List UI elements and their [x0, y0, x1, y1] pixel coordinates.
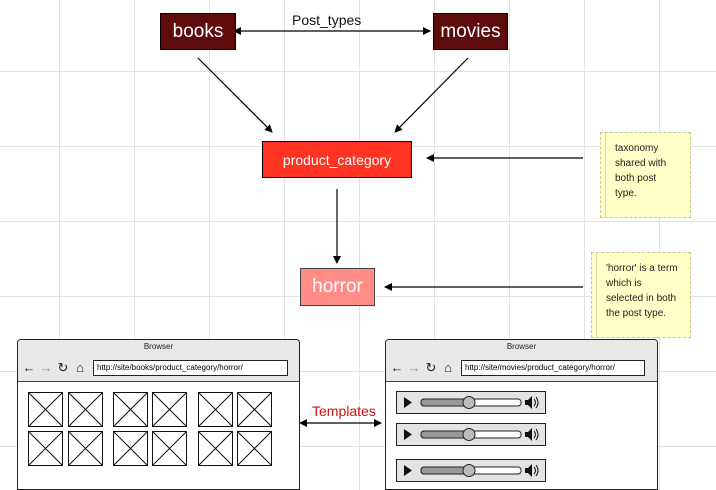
seek-handle [462, 428, 476, 441]
post-types-label: Post_types [292, 12, 362, 28]
movies-label: movies [440, 20, 501, 42]
browser-title: Browser [18, 340, 299, 354]
reload-icon[interactable]: ↻ [424, 360, 438, 376]
address-bar[interactable]: http://site/books/product_category/horro… [93, 359, 288, 376]
horror-label: horror [312, 276, 363, 297]
movies-node: movies [433, 13, 508, 50]
image-placeholder-icon [237, 392, 272, 427]
image-placeholder-icon [28, 431, 63, 466]
volume-icon [525, 396, 532, 409]
video-player[interactable] [396, 423, 546, 446]
arrow-left-icon[interactable]: ← [390, 360, 404, 375]
image-placeholder-icon [113, 431, 148, 466]
image-placeholder-icon [152, 431, 187, 466]
image-placeholder-icon [152, 392, 187, 427]
seek-progress [420, 398, 470, 407]
home-icon[interactable]: ⌂ [441, 360, 455, 375]
image-placeholder-icon [113, 392, 148, 427]
taxonomy-note: taxonomy shared with both post type. [600, 132, 691, 218]
taxonomy-note-text: taxonomy shared with both post type. [615, 143, 667, 199]
image-placeholder-icon [198, 431, 233, 466]
reload-icon[interactable]: ↻ [56, 360, 70, 376]
horror-note: 'horror' is a term which is selected in … [591, 252, 691, 338]
image-placeholder-icon [198, 392, 233, 427]
browser-toolbar: ← → ↻ ⌂ http://site/books/product_catego… [18, 354, 299, 382]
movies-to-category-arrow [394, 57, 469, 133]
seek-handle [462, 464, 476, 477]
image-placeholder-icon [237, 431, 272, 466]
horror-note-text: 'horror' is a term which is selected in … [606, 263, 678, 319]
address-bar[interactable]: http://site/movies/product_category/horr… [461, 359, 645, 376]
volume-icon [525, 428, 532, 441]
product-category-node: product_category [262, 141, 412, 178]
browser-title: Browser [386, 340, 657, 354]
play-icon [404, 429, 412, 440]
books-label: books [172, 20, 224, 42]
play-icon [404, 397, 412, 408]
image-placeholder-icon [68, 431, 103, 466]
arrow-right-icon[interactable]: → [407, 360, 421, 375]
templates-label: Templates [312, 403, 376, 419]
arrow-left-icon[interactable]: ← [22, 360, 36, 375]
volume-icon [525, 464, 532, 477]
seek-handle [462, 396, 476, 409]
seek-progress [420, 430, 470, 439]
video-player[interactable] [396, 391, 546, 414]
horror-node: horror [300, 268, 375, 306]
image-placeholder-icon [68, 392, 103, 427]
video-player[interactable] [396, 459, 546, 482]
books-to-category-arrow [197, 57, 273, 133]
play-icon [404, 465, 412, 476]
browser-toolbar: ← → ↻ ⌂ http://site/movies/product_categ… [386, 354, 657, 382]
books-node: books [160, 13, 236, 50]
seek-progress [420, 466, 470, 475]
movies-browser-window: Browser ← → ↻ ⌂ http://site/movies/produ… [385, 339, 658, 490]
product-category-label: product_category [282, 151, 392, 168]
home-icon[interactable]: ⌂ [73, 360, 87, 375]
arrow-right-icon[interactable]: → [39, 360, 53, 375]
image-placeholder-icon [28, 392, 63, 427]
books-browser-window: Browser ← → ↻ ⌂ http://site/books/produc… [17, 339, 300, 490]
